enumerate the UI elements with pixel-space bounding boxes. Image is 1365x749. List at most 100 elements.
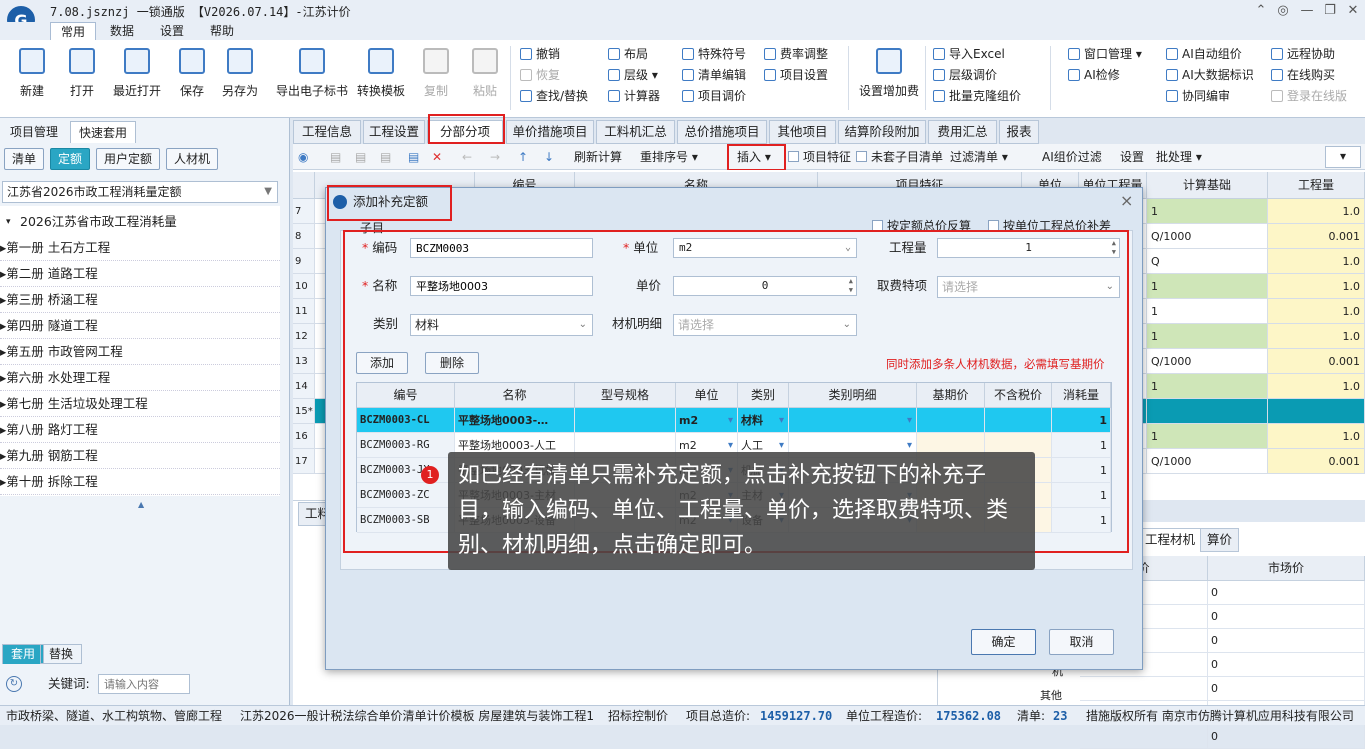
grid-cell[interactable]: Q bbox=[1147, 249, 1268, 274]
collapse-icon[interactable]: ▾ bbox=[6, 209, 11, 235]
grid-cell[interactable]: Q/1000 bbox=[1147, 224, 1268, 249]
cancel-button[interactable]: 取消 bbox=[1049, 629, 1114, 655]
grid-cell[interactable]: Q/1000 bbox=[1147, 349, 1268, 374]
tree-item[interactable]: ▸第九册 钢筋工程 bbox=[0, 443, 280, 469]
subgrid-cell[interactable]: BCZM0003-RG bbox=[357, 433, 455, 458]
main-tab[interactable]: 费用汇总 bbox=[928, 120, 997, 144]
labor-material-button[interactable]: 人材机 bbox=[166, 148, 219, 170]
main-tab[interactable]: 工料机汇总 bbox=[596, 120, 675, 144]
find-replace-button[interactable]: 查找/替换 bbox=[520, 86, 588, 106]
fee-item-select[interactable]: 请选择 ⌄ bbox=[937, 276, 1120, 298]
outdent-icon[interactable]: ▤ bbox=[355, 148, 366, 166]
renumber-button[interactable]: 重排序号 ▾ bbox=[640, 148, 698, 166]
arrow-left-icon[interactable]: ← bbox=[462, 148, 472, 166]
main-tab[interactable]: 其他项目 bbox=[769, 120, 836, 144]
tab-pricing[interactable]: 算价 bbox=[1200, 528, 1240, 552]
help-icon[interactable]: ◎ bbox=[1272, 2, 1294, 20]
grid-cell[interactable]: 1.0 bbox=[1268, 274, 1365, 299]
merge-icon[interactable]: ▤ bbox=[380, 148, 391, 166]
subgrid-cell[interactable] bbox=[575, 408, 676, 433]
redo-button[interactable]: 恢复 bbox=[520, 65, 560, 85]
project-price-adjust-button[interactable]: 项目调价 bbox=[682, 86, 746, 106]
indent-icon[interactable]: ▤ bbox=[330, 148, 341, 166]
subgrid-cell[interactable]: 材料 ▾ bbox=[738, 408, 789, 433]
quota-type-button[interactable]: 定额 bbox=[50, 148, 91, 170]
dialog-close-button[interactable]: × bbox=[1120, 191, 1133, 210]
ai-filter-button[interactable]: AI组价过滤 bbox=[1042, 148, 1102, 166]
grid-cell[interactable]: 1.0 bbox=[1268, 374, 1365, 399]
recent-button[interactable]: 最近打开 bbox=[110, 46, 164, 99]
material-detail-select[interactable]: 请选择 ⌄ bbox=[673, 314, 857, 336]
level-price-adjust-button[interactable]: 层级调价 bbox=[933, 65, 997, 85]
minimize-ribbon-icon[interactable]: ⌃ bbox=[1250, 2, 1272, 20]
subgrid-cell[interactable]: BCZM0003-JX bbox=[357, 458, 455, 483]
save-button[interactable]: 保存 bbox=[172, 46, 212, 99]
grid-cell[interactable]: 1 bbox=[1147, 324, 1268, 349]
refresh-calc-button[interactable]: 刷新计算 bbox=[574, 148, 622, 166]
online-buy-button[interactable]: 在线购买 bbox=[1271, 65, 1335, 85]
level-button[interactable]: 层级 ▾ bbox=[608, 65, 658, 85]
spinner-icon[interactable]: ▲ ▼ bbox=[1112, 239, 1116, 257]
grid-cell[interactable]: 0.001 bbox=[1268, 224, 1365, 249]
paste-button[interactable]: 粘贴 bbox=[465, 46, 505, 99]
grid-cell[interactable]: 1.0 bbox=[1268, 199, 1365, 224]
subgrid-cell[interactable]: BCZM0003-CL bbox=[357, 408, 455, 433]
special-symbol-button[interactable]: 特殊符号 bbox=[682, 44, 746, 64]
quota-library-select[interactable]: 江苏省2026市政工程消耗量定额 ▼ bbox=[2, 181, 278, 203]
grid-cell[interactable]: 1.0 bbox=[1268, 249, 1365, 274]
tree-item[interactable]: ▸第五册 市政管网工程 bbox=[0, 339, 280, 365]
new-button[interactable]: 新建 bbox=[12, 46, 52, 99]
tree-item[interactable]: ▸第十册 拆除工程 bbox=[0, 469, 280, 495]
unapplied-list-checkbox[interactable]: 未套子目清单 bbox=[856, 148, 943, 166]
tree-item[interactable]: ▸第二册 道路工程 bbox=[0, 261, 280, 287]
list-type-button[interactable]: 清单 bbox=[4, 148, 45, 170]
subgrid-cell[interactable]: 1 bbox=[1052, 508, 1111, 533]
tab-replace[interactable]: 替换 bbox=[40, 644, 83, 664]
menu-data[interactable]: 数据 bbox=[100, 22, 144, 40]
arrow-down-icon[interactable]: ↓ bbox=[544, 148, 554, 166]
tree-item[interactable]: ▸第四册 隧道工程 bbox=[0, 313, 280, 339]
spinner-icon[interactable]: ▲ ▼ bbox=[849, 277, 853, 295]
user-quota-button[interactable]: 用户定额 bbox=[96, 148, 161, 170]
grid-cell[interactable]: 1 bbox=[1147, 274, 1268, 299]
delete-button[interactable]: 删除 bbox=[425, 352, 479, 374]
toolbar-dropdown[interactable]: ▾ bbox=[1325, 146, 1361, 168]
tree-root[interactable]: ▾ 2026江苏省市政工程消耗量 bbox=[0, 209, 280, 235]
subgrid-cell[interactable]: ▾ bbox=[789, 408, 917, 433]
tab-project-manage[interactable]: 项目管理 bbox=[2, 121, 66, 143]
subgrid-cell[interactable]: 1 bbox=[1052, 483, 1111, 508]
project-settings-button[interactable]: 项目设置 bbox=[764, 65, 828, 85]
main-tab[interactable]: 工程信息 bbox=[293, 120, 361, 144]
tab-quick-apply[interactable]: 快速套用 bbox=[70, 121, 137, 143]
ai-check-button[interactable]: AI检修 bbox=[1068, 65, 1120, 85]
subgrid-cell[interactable]: 1 bbox=[1052, 458, 1111, 483]
subgrid-cell[interactable]: m2▾ bbox=[676, 408, 738, 433]
save-as-button[interactable]: 另存为 bbox=[220, 46, 260, 99]
subgrid-cell[interactable]: 1 bbox=[1052, 408, 1111, 433]
grid-cell[interactable]: 1.0 bbox=[1268, 299, 1365, 324]
export-bid-button[interactable]: 导出电子标书 bbox=[272, 46, 352, 99]
main-tab[interactable]: 报表 bbox=[999, 120, 1039, 144]
category-select[interactable]: 材料 ⌄ bbox=[410, 314, 593, 336]
chevron-down-icon[interactable]: ▾ bbox=[907, 408, 912, 432]
project-feature-checkbox[interactable]: 项目特征 bbox=[788, 148, 851, 166]
filter-list-button[interactable]: 过滤清单 ▾ bbox=[950, 148, 1008, 166]
eye-icon[interactable]: ◉ bbox=[298, 148, 308, 166]
subgrid-cell[interactable]: 1 bbox=[1052, 433, 1111, 458]
menu-help[interactable]: 帮助 bbox=[200, 22, 244, 40]
close-icon[interactable]: ✕ bbox=[1342, 2, 1364, 20]
grid-cell[interactable]: 1 bbox=[1147, 299, 1268, 324]
grid-cell[interactable]: 1 bbox=[1147, 424, 1268, 449]
grid-cell[interactable]: 1 bbox=[1147, 374, 1268, 399]
tab-project-materials[interactable]: 工程材机 bbox=[1138, 528, 1203, 552]
unit-select[interactable]: m2 ⌄ bbox=[673, 238, 857, 258]
import-excel-button[interactable]: 导入Excel bbox=[933, 44, 1005, 64]
grid-cell[interactable]: 0.001 bbox=[1268, 349, 1365, 374]
menu-common[interactable]: 常用 bbox=[50, 22, 97, 40]
subgrid-cell[interactable] bbox=[917, 408, 985, 433]
grid-cell[interactable]: 1 bbox=[1147, 199, 1268, 224]
add-button[interactable]: 添加 bbox=[356, 352, 408, 374]
grid-cell[interactable] bbox=[1268, 399, 1365, 424]
stack-icon[interactable]: ▤ bbox=[408, 148, 419, 166]
login-online-button[interactable]: 登录在线版 bbox=[1271, 86, 1347, 106]
